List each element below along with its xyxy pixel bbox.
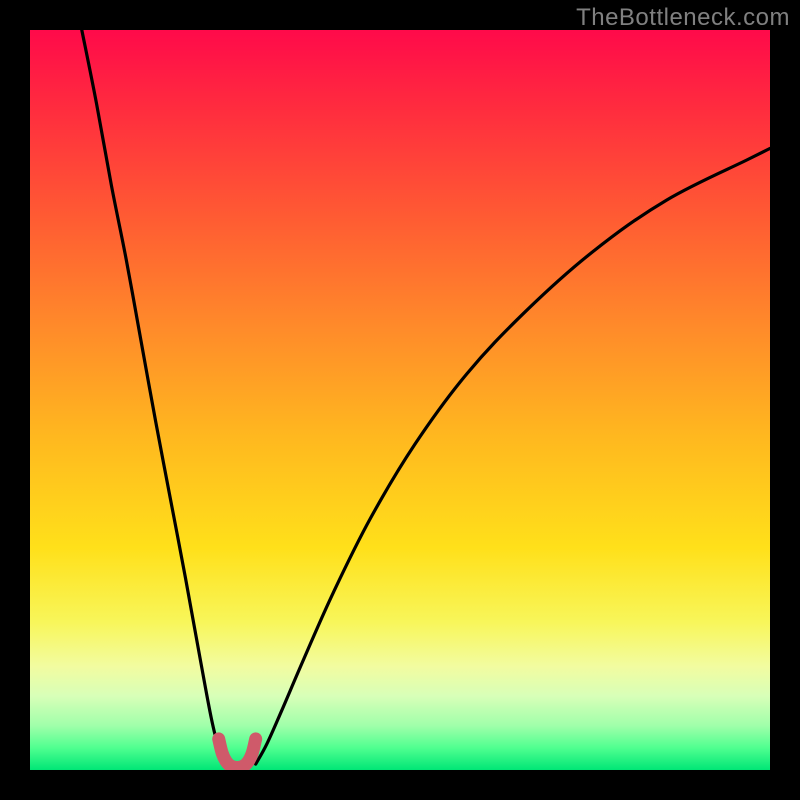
bottleneck-chart — [30, 30, 770, 770]
chart-frame — [30, 30, 770, 770]
chart-background — [30, 30, 770, 770]
watermark-text: TheBottleneck.com — [576, 4, 790, 32]
